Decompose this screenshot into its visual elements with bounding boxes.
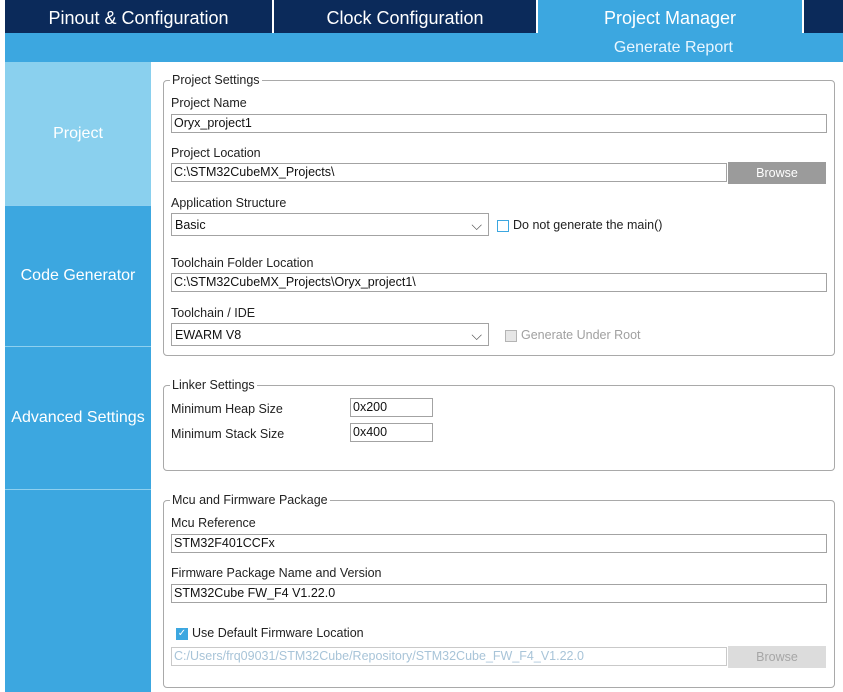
- main-panel: Project Settings Project Name Oryx_proje…: [151, 62, 843, 692]
- fw-package-input[interactable]: STM32Cube FW_F4 V1.22.0: [171, 584, 827, 603]
- sidebar: Project Code Generator Advanced Settings: [5, 62, 151, 692]
- sidebar-item-label: Advanced Settings: [11, 409, 145, 426]
- mcu-firmware-legend: Mcu and Firmware Package: [170, 493, 330, 507]
- generate-under-root-checkbox[interactable]: [505, 330, 517, 342]
- toolchain-folder-input[interactable]: C:\STM32CubeMX_Projects\Oryx_project1\: [171, 273, 827, 292]
- sidebar-item-label: Project: [53, 124, 103, 142]
- generate-under-root-label: Generate Under Root: [521, 328, 641, 342]
- sidebar-item-project[interactable]: Project: [5, 62, 151, 206]
- app-structure-label: Application Structure: [171, 196, 287, 210]
- min-stack-label: Minimum Stack Size: [171, 427, 285, 441]
- sub-toolbar: Generate Report: [5, 33, 843, 62]
- project-location-label: Project Location: [171, 146, 261, 160]
- project-name-input[interactable]: Oryx_project1: [171, 114, 827, 133]
- project-settings-group: Project Settings Project Name Oryx_proje…: [163, 73, 835, 356]
- sidebar-item-code-generator[interactable]: Code Generator: [5, 206, 151, 347]
- top-tab-bar: Pinout & Configuration Clock Configurati…: [0, 0, 843, 33]
- tab-clock-configuration[interactable]: Clock Configuration: [274, 0, 536, 33]
- linker-settings-group: Linker Settings Minimum Heap Size 0x200 …: [163, 378, 835, 471]
- fw-package-label: Firmware Package Name and Version: [171, 566, 382, 580]
- mcu-reference-label: Mcu Reference: [171, 516, 256, 530]
- mcu-firmware-group: Mcu and Firmware Package Mcu Reference S…: [163, 493, 835, 688]
- tab-pinout-configuration[interactable]: Pinout & Configuration: [5, 0, 272, 33]
- generate-report-button[interactable]: Generate Report: [614, 39, 733, 57]
- project-settings-legend: Project Settings: [170, 73, 262, 87]
- sidebar-item-label: Code Generator: [20, 267, 136, 284]
- min-stack-input[interactable]: 0x400: [350, 423, 433, 442]
- linker-settings-legend: Linker Settings: [170, 378, 257, 392]
- toolchain-ide-label: Toolchain / IDE: [171, 306, 256, 320]
- chevron-down-icon: ⌵: [471, 217, 482, 233]
- use-default-location-checkbox[interactable]: ✓: [176, 628, 188, 640]
- min-heap-input[interactable]: 0x200: [350, 398, 433, 417]
- sidebar-item-advanced-settings[interactable]: Advanced Settings: [5, 347, 151, 490]
- min-heap-label: Minimum Heap Size: [171, 402, 283, 416]
- toolchain-folder-label: Toolchain Folder Location: [171, 256, 314, 270]
- fw-location-browse-button[interactable]: Browse: [728, 646, 826, 668]
- chevron-down-icon: ⌵: [471, 327, 482, 343]
- toolchain-ide-select[interactable]: EWARM V8 ⌵: [171, 323, 489, 346]
- use-default-location-label: Use Default Firmware Location: [192, 626, 364, 640]
- project-location-input[interactable]: C:\STM32CubeMX_Projects\: [171, 163, 727, 182]
- app-structure-select[interactable]: Basic ⌵: [171, 213, 489, 236]
- tab-overflow: [804, 0, 843, 33]
- toolchain-ide-value: EWARM V8: [175, 328, 242, 342]
- do-not-generate-main-checkbox[interactable]: [497, 220, 509, 232]
- tab-project-manager[interactable]: Project Manager: [538, 0, 802, 33]
- fw-location-input[interactable]: C:/Users/frq09031/STM32Cube/Repository/S…: [171, 647, 727, 666]
- do-not-generate-main-label: Do not generate the main(): [513, 218, 663, 232]
- project-name-label: Project Name: [171, 96, 247, 110]
- app-structure-value: Basic: [175, 218, 206, 232]
- project-location-browse-button[interactable]: Browse: [728, 162, 826, 184]
- mcu-reference-input[interactable]: STM32F401CCFx: [171, 534, 827, 553]
